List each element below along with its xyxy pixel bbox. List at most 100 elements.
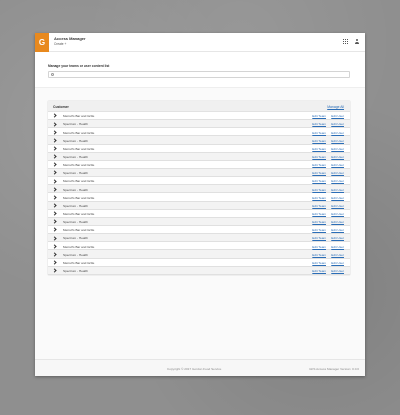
table-row[interactable]: Spectrum - Health Edit Team Edit User bbox=[48, 152, 350, 161]
top-bar: G Access Manager Create + bbox=[35, 33, 365, 52]
edit-user-link[interactable]: Edit User bbox=[331, 212, 344, 216]
edit-user-link[interactable]: Edit User bbox=[331, 196, 344, 200]
edit-team-link[interactable]: Edit Team bbox=[312, 269, 326, 273]
customer-name: Merrell's Bar and Grille bbox=[63, 228, 95, 233]
edit-user-link[interactable]: Edit User bbox=[331, 163, 344, 167]
edit-team-link[interactable]: Edit Team bbox=[312, 204, 326, 208]
chevron-right-icon[interactable] bbox=[52, 235, 57, 241]
table-row[interactable]: Merrell's Bar and Grille Edit Team Edit Us… bbox=[48, 177, 350, 186]
chevron-right-icon[interactable] bbox=[52, 252, 57, 257]
search-label: Manage your teams or user content list bbox=[48, 64, 110, 68]
customer-name: Spectrum - Health bbox=[63, 268, 88, 273]
apps-grid-icon[interactable] bbox=[343, 39, 348, 44]
edit-team-link[interactable]: Edit Team bbox=[312, 228, 326, 232]
edit-team-link[interactable]: Edit Team bbox=[312, 253, 326, 257]
edit-team-link[interactable]: Edit Team bbox=[312, 171, 326, 175]
create-menu[interactable]: Create + bbox=[54, 42, 66, 46]
edit-team-link[interactable]: Edit Team bbox=[312, 220, 326, 224]
edit-team-link[interactable]: Edit Team bbox=[312, 155, 326, 159]
edit-user-link[interactable]: Edit User bbox=[331, 171, 344, 175]
table-row[interactable]: Spectrum - Health Edit Team Edit User bbox=[48, 168, 350, 178]
chevron-right-icon[interactable] bbox=[52, 138, 57, 143]
edit-team-link[interactable]: Edit Team bbox=[312, 236, 326, 240]
edit-user-link[interactable]: Edit User bbox=[331, 139, 344, 143]
table-row[interactable]: Spectrum - Health Edit Team Edit User bbox=[48, 266, 350, 275]
edit-team-link[interactable]: Edit Team bbox=[312, 131, 326, 135]
chevron-right-icon[interactable] bbox=[52, 244, 57, 249]
edit-user-link[interactable]: Edit User bbox=[331, 204, 344, 208]
edit-team-link[interactable]: Edit Team bbox=[312, 196, 326, 200]
chevron-right-icon[interactable] bbox=[52, 170, 57, 175]
table-row[interactable]: Merrell's Bar and Grille Edit Team Edit Us… bbox=[48, 128, 350, 137]
chevron-right-icon[interactable] bbox=[52, 211, 57, 216]
chevron-right-icon[interactable] bbox=[52, 113, 57, 119]
edit-team-link[interactable]: Edit Team bbox=[312, 212, 326, 216]
edit-user-link[interactable]: Edit User bbox=[331, 245, 344, 249]
table-row[interactable]: Merrell's Bar and Grille Edit Team Edit Us… bbox=[48, 242, 350, 251]
chevron-right-icon[interactable] bbox=[52, 162, 57, 167]
chevron-right-icon[interactable] bbox=[52, 195, 57, 200]
edit-user-link[interactable]: Edit User bbox=[331, 114, 344, 118]
table-row[interactable]: Merrell's Bar and Grille Edit Team Edit Us… bbox=[48, 112, 350, 121]
edit-team-link[interactable]: Edit Team bbox=[312, 139, 326, 143]
customer-name: Spectrum - Health bbox=[63, 220, 88, 225]
table-row[interactable]: Spectrum - Health Edit Team Edit User bbox=[48, 120, 350, 129]
edit-user-link[interactable]: Edit User bbox=[331, 179, 344, 183]
search-input[interactable] bbox=[49, 81, 349, 87]
edit-team-link[interactable]: Edit Team bbox=[312, 114, 326, 118]
edit-user-link[interactable]: Edit User bbox=[331, 228, 344, 232]
table-row[interactable]: Spectrum - Health Edit Team Edit User bbox=[48, 250, 350, 259]
edit-team-link[interactable]: Edit Team bbox=[312, 163, 326, 167]
edit-team-link[interactable]: Edit Team bbox=[312, 261, 326, 265]
table-row[interactable]: Merrell's Bar and Grille Edit Team Edit Us… bbox=[48, 161, 350, 169]
chevron-right-icon[interactable] bbox=[52, 187, 57, 192]
table-row[interactable]: Merrell's Bar and Grille Edit Team Edit Us… bbox=[48, 259, 350, 267]
edit-user-link[interactable]: Edit User bbox=[331, 155, 344, 159]
chevron-right-icon[interactable] bbox=[52, 203, 57, 208]
edit-user-link[interactable]: Edit User bbox=[331, 122, 344, 126]
edit-team-link[interactable]: Edit Team bbox=[312, 179, 326, 183]
edit-team-link[interactable]: Edit Team bbox=[312, 245, 326, 249]
edit-team-link[interactable]: Edit Team bbox=[312, 147, 326, 151]
chevron-right-icon[interactable] bbox=[52, 146, 57, 151]
customer-name: Merrell's Bar and Grille bbox=[63, 130, 95, 135]
edit-team-link[interactable]: Edit Team bbox=[312, 122, 326, 126]
search-box[interactable] bbox=[48, 71, 350, 87]
edit-user-link[interactable]: Edit User bbox=[331, 220, 344, 224]
edit-user-link[interactable]: Edit User bbox=[331, 236, 344, 240]
chevron-right-icon[interactable] bbox=[52, 219, 57, 224]
edit-user-link[interactable]: Edit User bbox=[331, 261, 344, 265]
chevron-right-icon[interactable] bbox=[52, 121, 57, 127]
search-icon bbox=[51, 73, 54, 77]
chevron-right-icon[interactable] bbox=[52, 178, 57, 184]
app-logo[interactable]: G bbox=[35, 33, 49, 52]
table-row[interactable]: Spectrum - Health Edit Team Edit User bbox=[48, 136, 350, 145]
manage-all-link[interactable]: Manage All bbox=[327, 105, 344, 109]
user-account-icon[interactable] bbox=[354, 39, 359, 44]
customer-name: Merrell's Bar and Grille bbox=[63, 260, 95, 265]
table-row[interactable]: Spectrum - Health Edit Team Edit User bbox=[48, 185, 350, 194]
chevron-right-icon[interactable] bbox=[52, 130, 57, 135]
copyright-text: Copyright © 2017 Gordon Food Service bbox=[167, 366, 222, 371]
table-row[interactable]: Spectrum - Health Edit Team Edit User bbox=[48, 201, 350, 210]
table-row[interactable]: Merrell's Bar and Grille Edit Team Edit Us… bbox=[48, 210, 350, 218]
customer-name: Spectrum - Health bbox=[63, 236, 88, 241]
edit-user-link[interactable]: Edit User bbox=[331, 253, 344, 257]
app-title: Access Manager bbox=[54, 36, 86, 41]
table-row[interactable]: Merrell's Bar and Grille Edit Team Edit Us… bbox=[48, 145, 350, 153]
table-row[interactable]: Merrell's Bar and Grille Edit Team Edit Us… bbox=[48, 193, 350, 202]
chevron-right-icon[interactable] bbox=[52, 154, 57, 159]
table-row[interactable]: Spectrum - Health Edit Team Edit User bbox=[48, 217, 350, 226]
edit-user-link[interactable]: Edit User bbox=[331, 147, 344, 151]
chevron-right-icon[interactable] bbox=[52, 260, 57, 265]
edit-user-link[interactable]: Edit User bbox=[331, 131, 344, 135]
app-window: G Access Manager Create + Manage your te… bbox=[35, 33, 365, 376]
chevron-right-icon[interactable] bbox=[52, 227, 57, 232]
chevron-right-icon[interactable] bbox=[52, 268, 57, 273]
table-row[interactable]: Merrell's Bar and Grille Edit Team Edit Us… bbox=[48, 226, 350, 235]
edit-user-link[interactable]: Edit User bbox=[331, 188, 344, 192]
customer-name: Merrell's Bar and Grille bbox=[63, 211, 95, 216]
table-row[interactable]: Spectrum - Health Edit Team Edit User bbox=[48, 234, 350, 243]
edit-user-link[interactable]: Edit User bbox=[331, 269, 344, 273]
edit-team-link[interactable]: Edit Team bbox=[312, 188, 326, 192]
